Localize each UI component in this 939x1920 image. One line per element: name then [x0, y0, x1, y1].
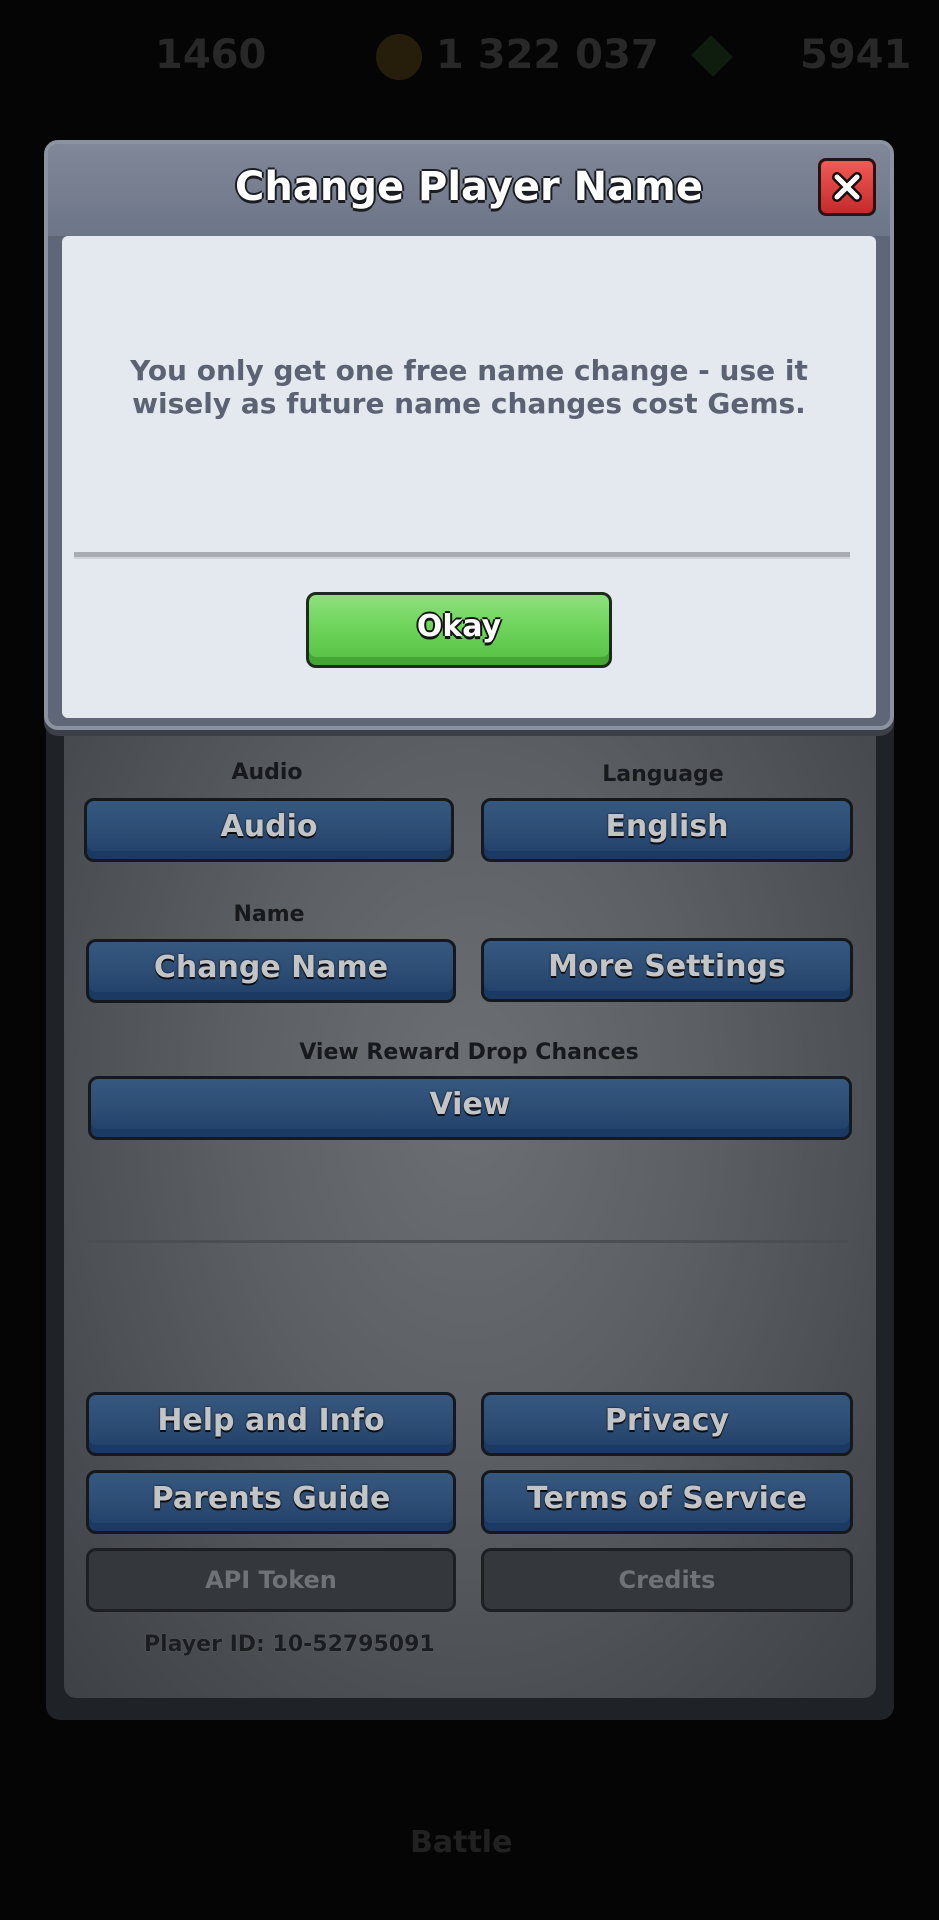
terms-of-service-button[interactable]: Terms of Service	[481, 1470, 853, 1534]
privacy-button[interactable]: Privacy	[481, 1392, 853, 1456]
settings-divider	[88, 1240, 848, 1243]
parents-guide-button[interactable]: Parents Guide	[86, 1470, 456, 1534]
okay-button[interactable]: Okay	[306, 592, 612, 668]
top-resource-bar: 1460 1 322 037 5941	[0, 0, 939, 140]
bottom-nav-bar: Battle	[0, 1720, 939, 1920]
reward-drop-label: View Reward Drop Chances	[299, 1040, 639, 1065]
name-label: Name	[233, 902, 305, 927]
api-token-button[interactable]: API Token	[86, 1548, 456, 1612]
battle-tab-label: Battle	[410, 1825, 513, 1860]
language-label: Language	[602, 762, 724, 787]
dialog-divider	[74, 552, 850, 559]
close-button[interactable]	[818, 158, 876, 216]
more-settings-button[interactable]: More Settings	[481, 938, 853, 1002]
audio-label: Audio	[231, 760, 303, 785]
help-and-info-button[interactable]: Help and Info	[86, 1392, 456, 1456]
dialog-message: You only get one free name change - use …	[130, 354, 808, 420]
dialog-body: You only get one free name change - use …	[62, 236, 876, 718]
language-button[interactable]: English	[481, 798, 853, 862]
audio-button[interactable]: Audio	[84, 798, 454, 862]
player-id-text: Player ID: 10-52795091	[144, 1632, 435, 1657]
dialog-title: Change Player Name	[235, 164, 703, 210]
change-name-button[interactable]: Change Name	[86, 939, 456, 1003]
gold-coin-icon	[376, 34, 422, 80]
change-name-dialog: Change Player Name You only get one free…	[44, 140, 894, 730]
view-reward-button[interactable]: View	[88, 1076, 852, 1140]
close-icon	[832, 172, 862, 202]
credits-button[interactable]: Credits	[481, 1548, 853, 1612]
trophy-count: 1460	[155, 32, 267, 78]
gem-icon	[691, 35, 733, 77]
gold-count: 1 322 037	[436, 32, 659, 78]
gem-count: 5941	[800, 32, 912, 78]
